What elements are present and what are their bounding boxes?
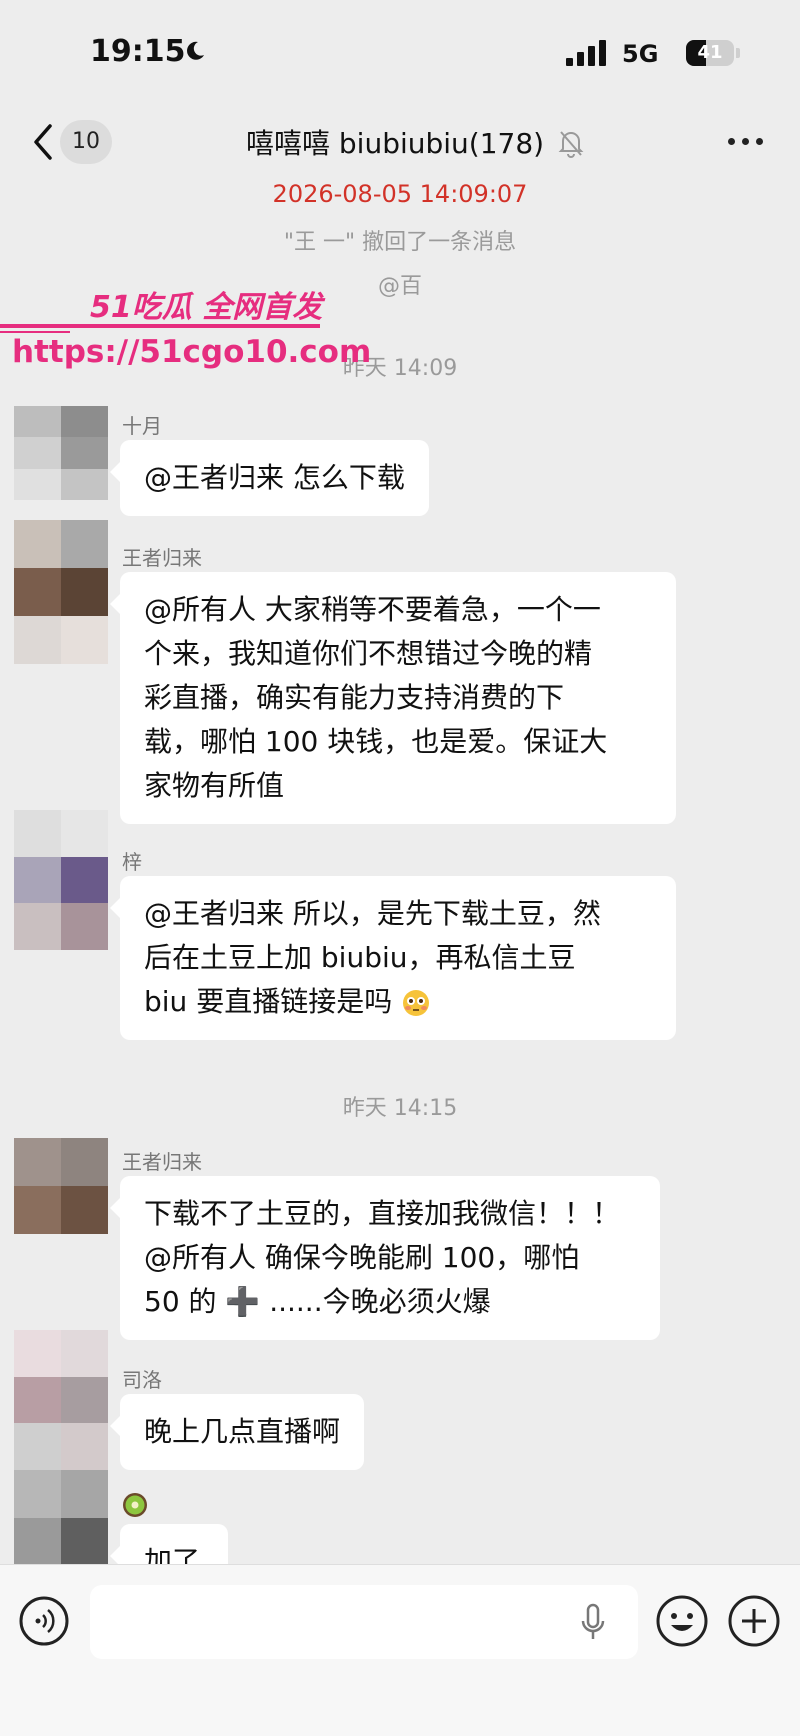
- battery-icon: 41: [686, 40, 734, 66]
- message-line: 后在土豆上加 biubiu，再私信土豆: [144, 941, 576, 974]
- message-bubble[interactable]: 下载不了土豆的，直接加我微信！！！ @所有人 确保今晚能刷 100，哪怕 50 …: [110, 1176, 660, 1340]
- recall-timestamp: 2026-08-05 14:09:07: [272, 180, 528, 208]
- message-bubble[interactable]: @王者归来 怎么下载: [110, 440, 429, 516]
- voice-icon[interactable]: [18, 1595, 70, 1647]
- sender-name: 十月: [122, 414, 162, 438]
- plus-icon[interactable]: [726, 1593, 782, 1649]
- message-line: @所有人 确保今晚能刷 100，哪怕: [144, 1241, 580, 1274]
- chat-header: 10 嘻嘻嘻 biubiubiu(178): [0, 108, 800, 180]
- message-line: 家物有所值: [144, 769, 285, 802]
- avatar[interactable]: [14, 520, 108, 664]
- message-bubble[interactable]: @王者归来 所以，是先下载土豆，然 后在土豆上加 biubiu，再私信土豆 bi…: [110, 876, 676, 1040]
- message-line: 彩直播，确实有能力支持消费的下: [144, 681, 565, 714]
- input-bar: [0, 1564, 800, 1736]
- message-line: 载，哪怕 100 块钱，也是爱。保证大: [144, 725, 608, 758]
- page-title: 嘻嘻嘻 biubiubiu(178): [246, 127, 545, 160]
- watermark: 51吃瓜 全网首发 https://51cgo10.com: [0, 268, 371, 408]
- message-line: 晚上几点直播啊: [144, 1415, 341, 1448]
- flushed-face-icon: [403, 990, 430, 1016]
- watermark-rule: [0, 324, 320, 328]
- message-line: @王者归来 所以，是先下载土豆，然: [144, 897, 601, 930]
- avatar[interactable]: [14, 810, 108, 950]
- avatar[interactable]: [14, 1330, 108, 1470]
- emoji-icon[interactable]: [654, 1593, 710, 1649]
- sender-name: 王者归来: [122, 1150, 202, 1174]
- message-bubble[interactable]: @所有人 大家稍等不要着急，一个一 个来，我知道你们不想错过今晚的精 彩直播，确…: [110, 572, 676, 824]
- kiwi-icon: [123, 1493, 147, 1517]
- message-input[interactable]: [90, 1585, 638, 1659]
- avatar[interactable]: [14, 1138, 108, 1234]
- mic-icon[interactable]: [580, 1603, 606, 1643]
- sender-name: 司洛: [122, 1368, 162, 1392]
- signal-icon: [566, 40, 606, 66]
- watermark-brand: 51吃瓜 全网首发: [90, 290, 323, 325]
- more-icon[interactable]: [728, 138, 768, 148]
- message-line: 下载不了土豆的，直接加我微信！！！: [144, 1197, 621, 1230]
- avatar[interactable]: [14, 1470, 108, 1566]
- recall-notice: "王 一" 撤回了一条消息: [283, 230, 517, 255]
- watermark-rule-accent: [0, 331, 70, 333]
- status-time: 19:15: [90, 34, 186, 69]
- battery-level: 41: [697, 42, 723, 63]
- chevron-left-icon[interactable]: [28, 122, 58, 162]
- watermark-url: https://51cgo10.com: [12, 334, 372, 370]
- sender-name: 梓: [122, 850, 142, 874]
- moon-icon: [187, 41, 204, 60]
- battery-tip: [736, 48, 740, 58]
- bell-off-icon: [558, 131, 584, 158]
- message-line: @所有人 大家稍等不要着急，一个一: [144, 593, 601, 626]
- message-line: @王者归来 怎么下载: [144, 461, 405, 494]
- avatar[interactable]: [14, 406, 108, 500]
- unread-count-badge[interactable]: 10: [60, 120, 112, 164]
- message-line: 个来，我知道你们不想错过今晚的精: [144, 637, 593, 670]
- message-bubble[interactable]: 晚上几点直播啊: [109, 1394, 365, 1470]
- message-line: 50 的 ➕ ......今晚必须火爆: [144, 1285, 491, 1318]
- timestamp-divider: 昨天 14:15: [342, 1096, 458, 1121]
- message-line: biu 要直播链接是吗: [144, 985, 393, 1018]
- network-label: 5G: [622, 40, 659, 68]
- sender-name: 王者归来: [122, 546, 202, 570]
- status-bar: 19:15 5G 41: [0, 0, 800, 108]
